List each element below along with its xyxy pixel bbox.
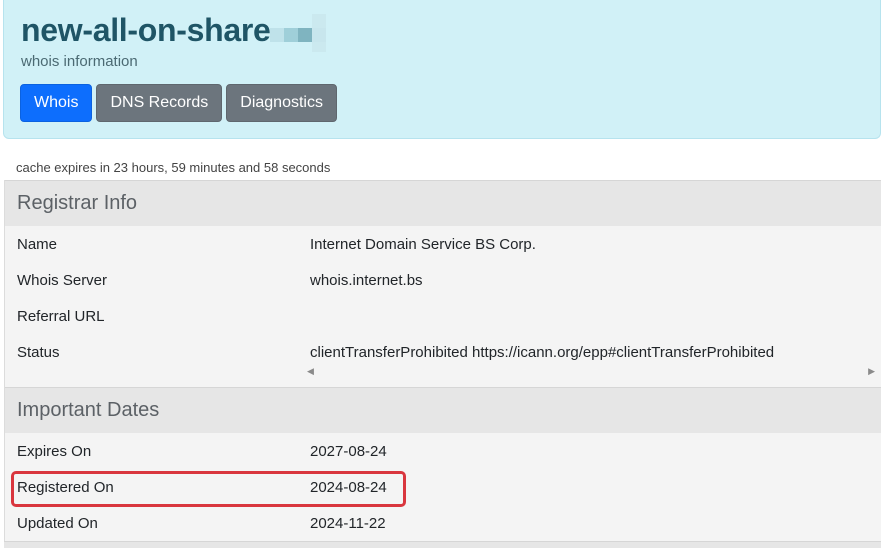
- tab-dns-records[interactable]: DNS Records: [96, 84, 223, 122]
- row-label: Name: [17, 235, 58, 253]
- row-label: Whois Server: [17, 271, 108, 289]
- row-value: whois.internet.bs: [310, 271, 423, 289]
- page-header: new-all-on-share whois information Whois…: [3, 0, 881, 139]
- row-value: 2024-11-22: [310, 514, 386, 532]
- table-row: Whois Server whois.internet.bs: [5, 262, 881, 298]
- table-row: Updated On 2024-11-22: [5, 505, 881, 541]
- redacted-domain-suffix: [270, 14, 330, 54]
- important-dates-heading: Important Dates: [5, 387, 881, 433]
- row-value: clientTransferProhibited https://icann.o…: [310, 343, 775, 361]
- important-dates-panel: Important Dates Expires On 2027-08-24 Re…: [4, 387, 881, 541]
- row-label: Referral URL: [17, 307, 105, 325]
- table-row: Status clientTransferProhibited https://…: [5, 334, 881, 370]
- table-row: Name Internet Domain Service BS Corp.: [5, 226, 881, 262]
- tab-diagnostics[interactable]: Diagnostics: [226, 84, 337, 122]
- row-value: Internet Domain Service BS Corp.: [310, 235, 536, 253]
- row-label: Updated On: [17, 514, 98, 532]
- domain-title: new-all-on-share: [21, 12, 271, 48]
- row-label: Status: [17, 343, 60, 361]
- scroll-left-icon[interactable]: ◀: [307, 366, 314, 377]
- cache-note: cache expires in 23 hours, 59 minutes an…: [16, 160, 331, 175]
- page-subtitle: whois information: [21, 53, 138, 70]
- row-label: Expires On: [17, 442, 92, 460]
- table-row: Expires On 2027-08-24: [5, 433, 881, 469]
- table-row: Referral URL: [5, 298, 881, 334]
- tab-whois[interactable]: Whois: [20, 84, 93, 122]
- row-value: 2027-08-24: [310, 442, 387, 460]
- registered-on-highlight: [11, 471, 406, 507]
- next-panel-edge: [4, 541, 881, 548]
- horizontal-scrollbar[interactable]: ◀ ▶: [301, 366, 881, 380]
- section-tabs: Whois DNS Records Diagnostics: [20, 84, 337, 122]
- registrar-info-panel: Registrar Info Name Internet Domain Serv…: [4, 180, 881, 387]
- scroll-right-icon[interactable]: ▶: [868, 366, 875, 377]
- registrar-info-heading: Registrar Info: [5, 180, 881, 226]
